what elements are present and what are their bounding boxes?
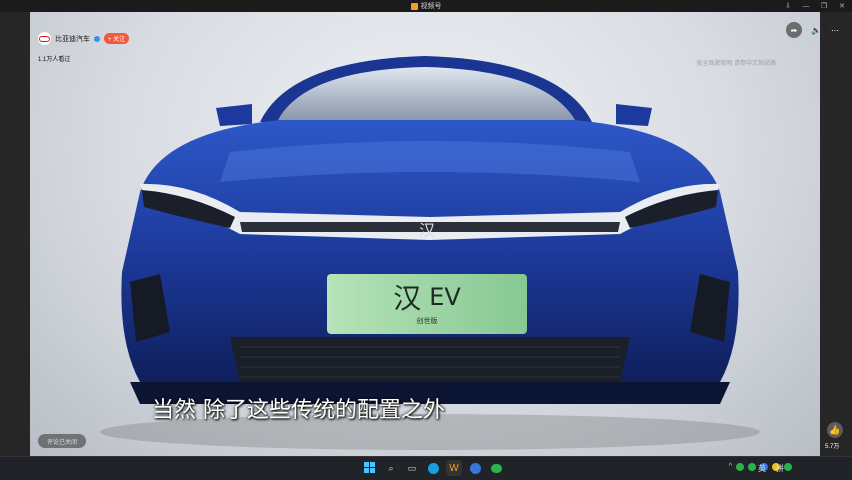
- ime-indicator[interactable]: 拼: [776, 463, 784, 474]
- more-button[interactable]: ⋯: [827, 22, 843, 38]
- like-count: 5.7万: [825, 444, 840, 450]
- view-count: 1.1万人看过: [38, 57, 71, 63]
- plate-ev-text: EV: [429, 283, 461, 311]
- channel-header: 比亚迪汽车 + 关注: [38, 32, 130, 45]
- plate-brand-glyph: 汉: [393, 282, 422, 315]
- window-controls: ⇩ — ❐ ✕: [784, 0, 846, 12]
- taskbar: ⌕ ▭ W ^ 英 拼: [0, 456, 852, 480]
- windows-start-icon[interactable]: [362, 460, 378, 476]
- language-indicator[interactable]: 英: [758, 463, 766, 474]
- close-button[interactable]: ✕: [838, 2, 846, 10]
- wechat-icon[interactable]: [488, 460, 504, 476]
- window-title-text: 视频号: [420, 3, 442, 10]
- top-actions: ➦ 🔈: [786, 22, 824, 38]
- avatar[interactable]: [38, 32, 51, 45]
- search-icon[interactable]: ⌕: [383, 460, 399, 476]
- minimize-button[interactable]: —: [802, 3, 810, 10]
- follow-button[interactable]: + 关注: [104, 33, 130, 44]
- maximize-button[interactable]: ❐: [820, 2, 828, 10]
- volume-icon[interactable]: 🔈: [808, 22, 824, 38]
- tray-app-icon[interactable]: [748, 463, 756, 471]
- like-button[interactable]: 👍: [827, 422, 843, 438]
- share-icon[interactable]: ➦: [786, 22, 802, 38]
- byd-logo-icon: [39, 35, 50, 42]
- more-icon[interactable]: ⋯: [827, 22, 843, 38]
- edge-icon[interactable]: [425, 460, 441, 476]
- hood-emblem: 汉: [419, 221, 435, 240]
- tray-app-icon[interactable]: [736, 463, 744, 471]
- taskview-icon[interactable]: ▭: [404, 460, 420, 476]
- verified-icon: [94, 35, 100, 42]
- left-panel: [0, 12, 30, 456]
- window-title: 视频号: [410, 1, 442, 11]
- right-panel: [820, 12, 852, 456]
- channels-logo-icon: [410, 2, 418, 10]
- video-subtitle: 当然 除了这些传统的配置之外: [152, 398, 445, 423]
- tray-app-icon[interactable]: [784, 463, 792, 471]
- video-player[interactable]: 汉 汉 EV 创世版 比亚迪汽车 + 关注 1.1万人看过 安全驾驶阳明 请参中…: [30, 12, 820, 456]
- plate-sub: 创世版: [416, 318, 438, 325]
- thumbs-up-icon: 👍: [829, 424, 841, 435]
- plate-label: 汉 EV: [327, 277, 527, 317]
- channels-icon[interactable]: W: [446, 460, 462, 476]
- comments-closed: 评论已关闭: [38, 434, 86, 448]
- pin-icon[interactable]: ⇩: [784, 2, 792, 10]
- tray-chevron-icon[interactable]: ^: [729, 463, 732, 471]
- taskbar-apps: ⌕ ▭ W: [362, 460, 504, 476]
- window-titlebar: 视频号 ⇩ — ❐ ✕: [0, 0, 852, 12]
- channel-name[interactable]: 比亚迪汽车: [55, 34, 90, 44]
- video-watermark: 安全驾驶阳明 请参中文驾驶路: [696, 61, 776, 67]
- car-illustration: 汉: [100, 56, 760, 450]
- browser-icon[interactable]: [467, 460, 483, 476]
